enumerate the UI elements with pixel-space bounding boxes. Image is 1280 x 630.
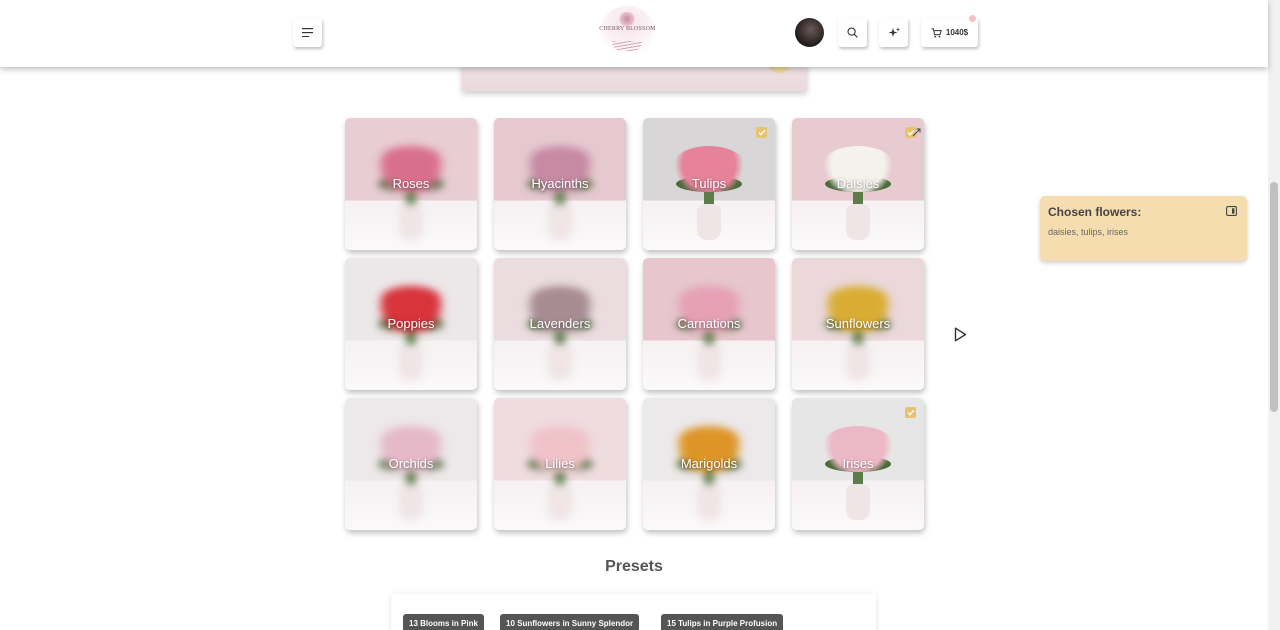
logo-flower-graphic [618,12,636,26]
vase-graphic [697,204,721,240]
flower-tile-hyacinths[interactable]: Hyacinths [494,118,626,250]
preset-chip[interactable]: 10 Sunflowers in Sunny Splendor [500,614,640,630]
page: CHERRY BLOSSOM 1040$ Roses Hyacinths Tulip… [0,0,1280,630]
logo-waves-graphic [612,41,642,51]
vase-graphic [548,484,572,520]
ai-assistant-button[interactable] [879,18,908,47]
flower-tile-lilies[interactable]: Lilies [494,398,626,530]
flower-label: Irises [842,456,874,471]
menu-icon [302,28,313,37]
cart-total: 1040$ [945,28,969,37]
logo-text: CHERRY BLOSSOM [599,26,656,32]
vase-graphic [399,204,423,240]
flower-tile-lavenders[interactable]: Lavenders [494,258,626,390]
flower-tile-roses[interactable]: Roses [345,118,477,250]
search-button[interactable] [838,18,867,47]
panel-toggle-icon[interactable] [1226,206,1237,216]
user-avatar[interactable] [795,18,824,47]
flower-tile-daisies[interactable]: Daisies [792,118,924,250]
flower-grid: Roses Hyacinths Tulips Daisies Poppies Lavend… [345,118,926,530]
chosen-flowers-panel: Chosen flowers: daisies, tulips, irises [1040,196,1247,261]
vase-graphic [846,484,870,520]
flower-tile-irises[interactable]: Irises [792,398,924,530]
flower-label: Roses [392,176,430,191]
flower-tile-marigolds[interactable]: Marigolds [643,398,775,530]
cart-notification-dot [969,15,976,22]
chosen-flowers-list: daisies, tulips, irises [1048,227,1129,237]
vase-graphic [548,344,572,380]
vase-graphic [399,484,423,520]
sparkle-icon [888,27,900,37]
vase-graphic [548,204,572,240]
flower-tile-sunflowers[interactable]: Sunflowers [792,258,924,390]
flower-label: Orchids [388,456,434,471]
flower-label: Lilies [545,456,575,471]
vase-graphic [697,484,721,520]
expand-icon[interactable] [912,124,921,142]
cart-icon [931,27,942,37]
brand-logo[interactable]: CHERRY BLOSSOM [599,6,656,56]
flower-tile-carnations[interactable]: Carnations [643,258,775,390]
presets-heading: Presets [605,558,663,575]
flower-tile-orchids[interactable]: Orchids [345,398,477,530]
preset-chip[interactable]: 13 Blooms in Pink [403,614,484,630]
menu-button[interactable] [293,18,322,47]
search-icon [847,27,858,38]
flower-label: Daisies [836,176,880,191]
checkbox-icon[interactable] [905,407,916,418]
preset-chip[interactable]: 15 Tulips in Purple Profusion [661,614,784,630]
flower-label: Tulips [691,176,727,191]
flower-tile-poppies[interactable]: Poppies [345,258,477,390]
flower-label: Marigolds [680,456,738,471]
flower-label: Carnations [677,316,741,331]
vase-graphic [697,344,721,380]
chosen-flowers-title: Chosen flowers: [1048,205,1142,219]
scrollbar-thumb[interactable] [1270,182,1278,412]
flower-tile-tulips[interactable]: Tulips [643,118,775,250]
flower-label: Hyacinths [531,176,589,191]
flower-label: Sunflowers [825,316,891,331]
checkbox-icon[interactable] [756,127,767,138]
vase-graphic [846,204,870,240]
flower-label: Lavenders [529,316,591,331]
cart-button[interactable]: 1040$ [921,18,978,47]
play-cursor-icon [954,327,967,342]
header: CHERRY BLOSSOM 1040$ [0,0,1268,67]
vase-graphic [846,344,870,380]
flower-label: Poppies [387,316,435,331]
vase-graphic [399,344,423,380]
